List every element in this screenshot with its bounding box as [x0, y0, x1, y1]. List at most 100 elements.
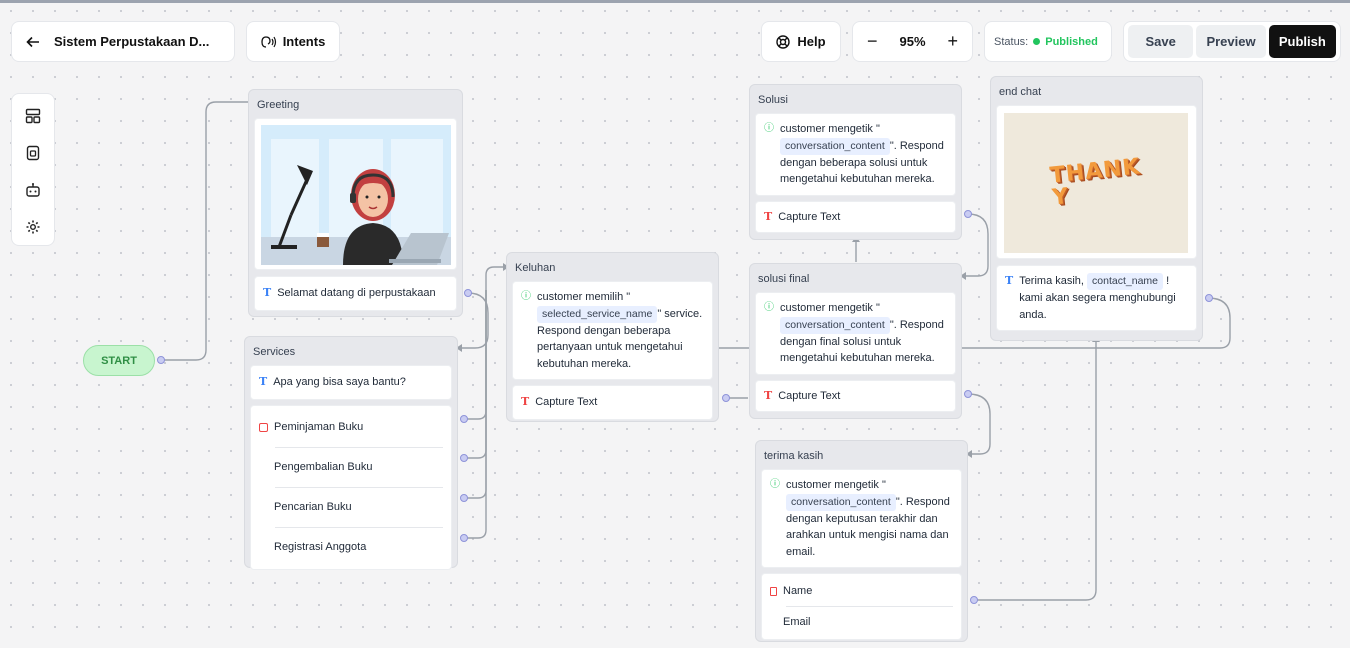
option-pencarian[interactable]: Pencarian Buku — [251, 488, 451, 527]
variable-chip: conversation_content — [780, 316, 890, 334]
text-type-icon: T — [1005, 274, 1014, 287]
save-button[interactable]: Save — [1128, 25, 1194, 58]
services-options-card: Peminjaman Buku Pengembalian Buku Pencar… — [250, 404, 452, 570]
solusi-final-prompt-pre: customer mengetik " — [780, 302, 880, 314]
terima-kasih-fields-card: Name Email — [761, 573, 962, 640]
terima-kasih-prompt-pre: customer mengetik " — [786, 479, 886, 491]
capture-text-icon: T — [764, 388, 773, 402]
start-node[interactable]: START — [83, 345, 155, 376]
services-question: Apa yang bisa saya bantu? — [273, 376, 406, 388]
field-label: Name — [783, 584, 813, 597]
option-2-port[interactable] — [460, 454, 468, 462]
end-chat-message-rest: kami akan segera menghubungi anda. — [1019, 292, 1176, 321]
solusi-final-output-port[interactable] — [964, 390, 972, 398]
layout-icon[interactable] — [20, 104, 46, 128]
keluhan-capture-card[interactable]: T Capture Text — [512, 385, 713, 420]
bot-icon[interactable] — [20, 178, 46, 202]
voice-icon — [261, 35, 277, 49]
preview-button[interactable]: Preview — [1196, 25, 1266, 58]
keluhan-prompt-card[interactable]: ⓘ customer memilih " selected_service_na… — [512, 281, 713, 380]
option-peminjaman[interactable]: Peminjaman Buku — [251, 408, 451, 447]
greeting-message: Selamat datang di perpustakaan — [277, 287, 436, 299]
wire-greeting-services — [462, 292, 489, 349]
terima-kasih-output-port[interactable] — [970, 596, 978, 604]
variable-chip: conversation_content — [780, 137, 890, 155]
solusi-node[interactable]: Solusi ⓘ customer mengetik " conversatio… — [749, 84, 962, 240]
wire-start-greeting — [159, 101, 248, 361]
text-type-icon: T — [259, 375, 268, 388]
end-chat-message-pre: Terima kasih, — [1019, 275, 1084, 287]
services-title: Services — [253, 346, 296, 358]
solusi-final-node[interactable]: solusi final ⓘ customer mengetik " conve… — [749, 263, 962, 419]
capture-text-icon: T — [764, 209, 773, 223]
zoom-out-button[interactable]: − — [867, 31, 878, 52]
terima-kasih-prompt-post: ". Respond — [895, 495, 950, 508]
zoom-in-button[interactable]: + — [947, 31, 958, 52]
arrow-left-icon[interactable] — [12, 22, 54, 62]
input-field-icon — [770, 586, 777, 596]
preview-label: Preview — [1206, 34, 1256, 49]
variable-chip: selected_service_name — [537, 305, 658, 323]
terima-kasih-prompt-card[interactable]: ⓘ customer mengetik " conversation_conte… — [761, 469, 962, 568]
ai-prompt-icon: ⓘ — [770, 479, 780, 490]
keluhan-prompt-rest: Respond dengan beberapa pertanyaan untuk… — [537, 324, 683, 370]
zoom-control: − 95% + — [852, 21, 973, 62]
field-name[interactable]: Name — [762, 576, 961, 606]
thank-you-image: THANK Y — [1004, 113, 1188, 253]
solusi-final-prompt-post: ". Respond — [889, 318, 944, 331]
gear-icon[interactable] — [20, 215, 46, 239]
publish-button[interactable]: Publish — [1268, 25, 1336, 58]
left-sidebar — [11, 93, 55, 246]
keluhan-output-port[interactable] — [722, 394, 730, 402]
project-title-bar: Sistem Perpustakaan D... — [11, 21, 235, 62]
keluhan-title: Keluhan — [515, 262, 556, 274]
field-label: Email — [783, 615, 811, 628]
wire-option-3 — [466, 290, 487, 499]
solusi-final-capture-card[interactable]: T Capture Text — [755, 379, 956, 412]
end-chat-message-card[interactable]: T Terima kasih, contact_name ! kami akan… — [996, 265, 1197, 331]
services-node[interactable]: Services T Apa yang bisa saya bantu? Pem… — [244, 336, 458, 570]
field-email[interactable]: Email — [762, 607, 961, 637]
start-output-port[interactable] — [157, 356, 165, 364]
option-pengembalian[interactable]: Pengembalian Buku — [251, 448, 451, 487]
status-indicator: Status: Published — [984, 21, 1112, 62]
option-1-port[interactable] — [460, 415, 468, 423]
solusi-prompt-pre: customer mengetik " — [780, 123, 880, 135]
document-icon[interactable] — [20, 141, 46, 165]
publish-label: Publish — [1278, 34, 1326, 49]
greeting-output-port[interactable] — [464, 289, 472, 297]
wire-solusi-solusifinal — [966, 213, 989, 277]
project-title[interactable]: Sistem Perpustakaan D... — [54, 34, 209, 49]
status-dot — [1033, 38, 1041, 45]
end-chat-output-port[interactable] — [1205, 294, 1213, 302]
greeting-node[interactable]: Greeting T Selamat datang di perpustakaa… — [248, 89, 463, 317]
ai-prompt-icon: ⓘ — [764, 123, 774, 134]
solusi-final-prompt-card[interactable]: ⓘ customer mengetik " conversation_conte… — [755, 292, 956, 375]
solusi-prompt-rest: dengan beberapa solusi untuk mengetahui … — [780, 156, 935, 186]
greeting-message-card[interactable]: T Selamat datang di perpustakaan — [254, 276, 457, 311]
action-group: Save Preview Publish — [1123, 21, 1341, 62]
capture-text-icon: T — [521, 395, 530, 408]
terima-kasih-node[interactable]: terima kasih ⓘ customer mengetik " conve… — [755, 440, 968, 642]
solusi-capture-card[interactable]: T Capture Text — [755, 200, 956, 233]
terima-kasih-title: terima kasih — [764, 450, 824, 462]
option-3-port[interactable] — [460, 494, 468, 502]
wire-option-4 — [466, 290, 487, 539]
solusi-prompt-card[interactable]: ⓘ customer mengetik " conversation_conte… — [755, 113, 956, 196]
wire-terimakasih-endchat — [974, 342, 1097, 601]
option-4-port[interactable] — [460, 534, 468, 542]
help-button[interactable]: Help — [761, 21, 841, 62]
intents-button[interactable]: Intents — [246, 21, 340, 62]
thank-you-image-text: THANK Y — [1048, 154, 1142, 211]
variable-chip: conversation_content — [786, 493, 896, 511]
lifebuoy-icon — [776, 34, 791, 49]
receptionist-illustration — [261, 125, 451, 265]
solusi-output-port[interactable] — [964, 210, 972, 218]
option-registrasi[interactable]: Registrasi Anggota — [251, 528, 451, 567]
services-question-card[interactable]: T Apa yang bisa saya bantu? — [250, 365, 452, 400]
keluhan-node[interactable]: Keluhan ⓘ customer memilih " selected_se… — [506, 252, 719, 422]
solusi-prompt-post: ". Respond — [889, 139, 944, 152]
keluhan-capture: Capture Text — [535, 396, 598, 408]
end-chat-node[interactable]: end chat THANK Y T Terima kasih, contact… — [990, 76, 1203, 341]
terima-kasih-prompt-rest: dengan keputusan terakhir dan arahkan un… — [786, 512, 949, 558]
